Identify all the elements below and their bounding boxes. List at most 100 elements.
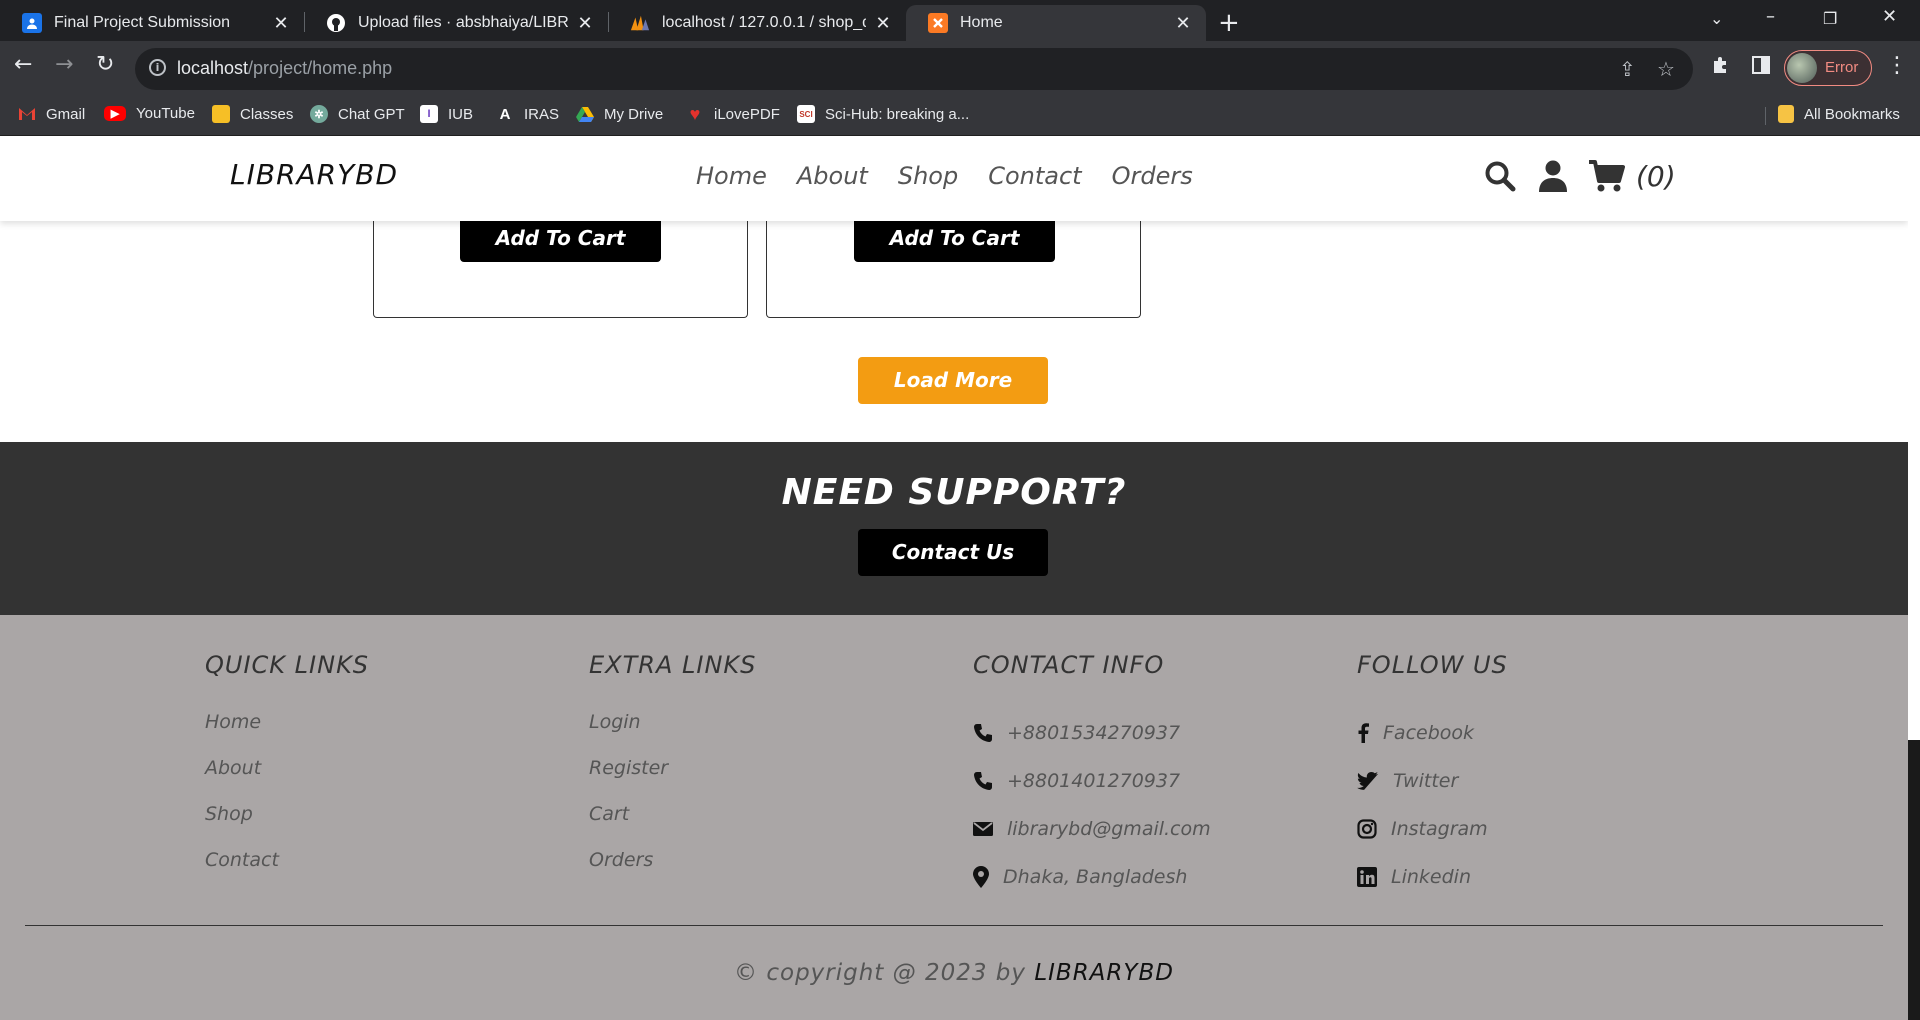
nav-shop[interactable]: Shop bbox=[898, 162, 958, 190]
bookmark-classes[interactable]: Classes bbox=[212, 105, 293, 123]
footer-heading: FOLLOW US bbox=[1357, 651, 1508, 679]
nav-contact[interactable]: Contact bbox=[988, 162, 1081, 190]
load-more-button[interactable]: Load More bbox=[858, 357, 1048, 404]
address-bar[interactable]: i localhost/project/home.php ⇪ ☆ bbox=[135, 48, 1693, 90]
contact-phone-2[interactable]: +8801401270937 bbox=[973, 757, 1211, 805]
phone-icon bbox=[974, 772, 992, 790]
contact-address-text: Dhaka, Bangladesh bbox=[1003, 866, 1188, 888]
add-to-cart-button[interactable]: Add To Cart bbox=[460, 214, 661, 262]
bookmark-label: iLovePDF bbox=[714, 105, 780, 123]
social-twitter[interactable]: Twitter bbox=[1357, 757, 1508, 805]
footer-heading: EXTRA LINKS bbox=[589, 651, 757, 679]
footer-follow-us: FOLLOW US Facebook Twitter Instagram Lin… bbox=[1357, 651, 1508, 901]
url-path: /project/home.php bbox=[248, 58, 393, 78]
more-menu-icon[interactable]: ⋮ bbox=[1886, 53, 1908, 78]
footer-link-contact[interactable]: Contact bbox=[205, 847, 369, 893]
bookmarks-bar: Gmail ▶ YouTube Classes ✲ Chat GPT I IUB… bbox=[0, 96, 1920, 136]
xampp-icon bbox=[928, 13, 948, 33]
footer-link-login[interactable]: Login bbox=[589, 709, 756, 755]
url-host: localhost bbox=[177, 58, 249, 78]
map-marker-icon bbox=[973, 866, 989, 888]
close-window-button[interactable]: ✕ bbox=[1882, 6, 1897, 27]
site-header: LIBRARYBD Home About Shop Contact Orders… bbox=[0, 136, 1908, 221]
extensions-icon[interactable] bbox=[1711, 55, 1731, 80]
minimize-button[interactable]: – bbox=[1766, 6, 1775, 27]
close-icon[interactable]: ✕ bbox=[1174, 13, 1192, 34]
gmail-icon bbox=[18, 105, 36, 123]
url-text[interactable]: localhost/project/home.php bbox=[177, 58, 392, 79]
tab-home[interactable]: Home ✕ bbox=[906, 5, 1206, 41]
add-to-cart-button[interactable]: Add To Cart bbox=[854, 214, 1055, 262]
tab-search-icon[interactable]: ⌄ bbox=[1710, 9, 1723, 28]
contact-phone-1[interactable]: +8801534270937 bbox=[973, 709, 1211, 757]
bookmark-youtube[interactable]: ▶ YouTube bbox=[104, 105, 195, 122]
bookmark-star-icon[interactable]: ☆ bbox=[1657, 57, 1675, 81]
footer-link-register[interactable]: Register bbox=[589, 755, 756, 801]
site-info-icon[interactable]: i bbox=[149, 59, 166, 76]
all-bookmarks[interactable]: All Bookmarks bbox=[1778, 105, 1900, 123]
close-icon[interactable]: ✕ bbox=[874, 13, 892, 34]
forward-icon[interactable]: → bbox=[55, 52, 73, 77]
footer-link-about[interactable]: About bbox=[205, 755, 369, 801]
tab-title: localhost / 127.0.0.1 / shop_db / bbox=[662, 14, 866, 31]
footer-extra-links: EXTRA LINKS Login Register Cart Orders bbox=[589, 651, 756, 893]
profile-button[interactable]: Error bbox=[1784, 50, 1872, 86]
bookmark-iras[interactable]: A IRAS bbox=[496, 105, 559, 123]
bookmark-label: YouTube bbox=[136, 105, 195, 122]
cart-icon[interactable] bbox=[1588, 159, 1626, 197]
scrollbar-thumb[interactable] bbox=[1908, 740, 1920, 1020]
contact-address: Dhaka, Bangladesh bbox=[973, 853, 1211, 901]
back-icon[interactable]: ← bbox=[14, 52, 32, 77]
instagram-icon bbox=[1357, 819, 1377, 839]
nav-home[interactable]: Home bbox=[696, 162, 767, 190]
tab-title: Home bbox=[960, 14, 1003, 31]
close-icon[interactable]: ✕ bbox=[272, 13, 290, 34]
site-logo[interactable]: LIBRARYBD bbox=[230, 158, 398, 191]
social-facebook[interactable]: Facebook bbox=[1357, 709, 1508, 757]
avatar bbox=[1787, 53, 1817, 83]
bookmark-scihub[interactable]: SCI Sci-Hub: breaking a... bbox=[797, 105, 969, 123]
bookmark-ilovepdf[interactable]: ♥ iLovePDF bbox=[686, 104, 780, 124]
support-heading: NEED SUPPORT? bbox=[781, 472, 1127, 513]
restore-button[interactable]: ❐ bbox=[1823, 9, 1837, 28]
close-icon[interactable]: ✕ bbox=[576, 13, 594, 34]
page-viewport: Add To Cart Add To Cart Load More LIBRAR… bbox=[0, 136, 1908, 1020]
main-nav: Home About Shop Contact Orders bbox=[696, 162, 1193, 190]
cart-count[interactable]: (0) bbox=[1636, 160, 1676, 193]
social-instagram[interactable]: Instagram bbox=[1357, 805, 1508, 853]
tab-github-upload[interactable]: Upload files · absbhaiya/LIBRARY ✕ bbox=[304, 5, 608, 41]
iub-icon: I bbox=[420, 105, 438, 123]
social-linkedin[interactable]: Linkedin bbox=[1357, 853, 1508, 901]
footer-link-home[interactable]: Home bbox=[205, 709, 369, 755]
nav-orders[interactable]: Orders bbox=[1112, 162, 1193, 190]
footer-link-orders[interactable]: Orders bbox=[589, 847, 756, 893]
contact-us-button[interactable]: Contact Us bbox=[858, 529, 1048, 576]
contact-email[interactable]: librarybd@gmail.com bbox=[973, 805, 1211, 853]
classroom-icon bbox=[22, 13, 42, 33]
scrollbar-track[interactable] bbox=[1908, 136, 1920, 740]
bookmark-my-drive[interactable]: My Drive bbox=[576, 105, 663, 123]
classroom-icon bbox=[212, 105, 230, 123]
search-icon[interactable] bbox=[1484, 160, 1516, 196]
social-label: Instagram bbox=[1391, 818, 1488, 840]
share-icon[interactable]: ⇪ bbox=[1619, 57, 1636, 81]
tab-final-project[interactable]: Final Project Submission ✕ bbox=[0, 5, 304, 41]
bookmark-chatgpt[interactable]: ✲ Chat GPT bbox=[310, 105, 405, 123]
reload-icon[interactable]: ↻ bbox=[96, 52, 114, 77]
side-panel-icon[interactable] bbox=[1752, 55, 1770, 79]
bookmark-label: Gmail bbox=[46, 105, 86, 123]
support-section: NEED SUPPORT? Contact Us bbox=[0, 442, 1908, 615]
linkedin-icon bbox=[1357, 867, 1377, 887]
bookmark-gmail[interactable]: Gmail bbox=[18, 105, 85, 123]
nav-about[interactable]: About bbox=[797, 162, 868, 190]
new-tab-button[interactable]: + bbox=[1218, 8, 1240, 38]
tab-title: Final Project Submission bbox=[54, 14, 231, 31]
tab-phpmyadmin[interactable]: localhost / 127.0.0.1 / shop_db / ✕ bbox=[608, 5, 906, 41]
bookmark-iub[interactable]: I IUB bbox=[420, 105, 473, 123]
iras-icon: A bbox=[499, 105, 511, 123]
tab-title: Upload files · absbhaiya/LIBRARY bbox=[358, 14, 568, 31]
footer-link-shop[interactable]: Shop bbox=[205, 801, 369, 847]
user-icon[interactable] bbox=[1539, 160, 1567, 196]
footer-link-cart[interactable]: Cart bbox=[589, 801, 756, 847]
bookmark-label: IRAS bbox=[524, 105, 560, 123]
